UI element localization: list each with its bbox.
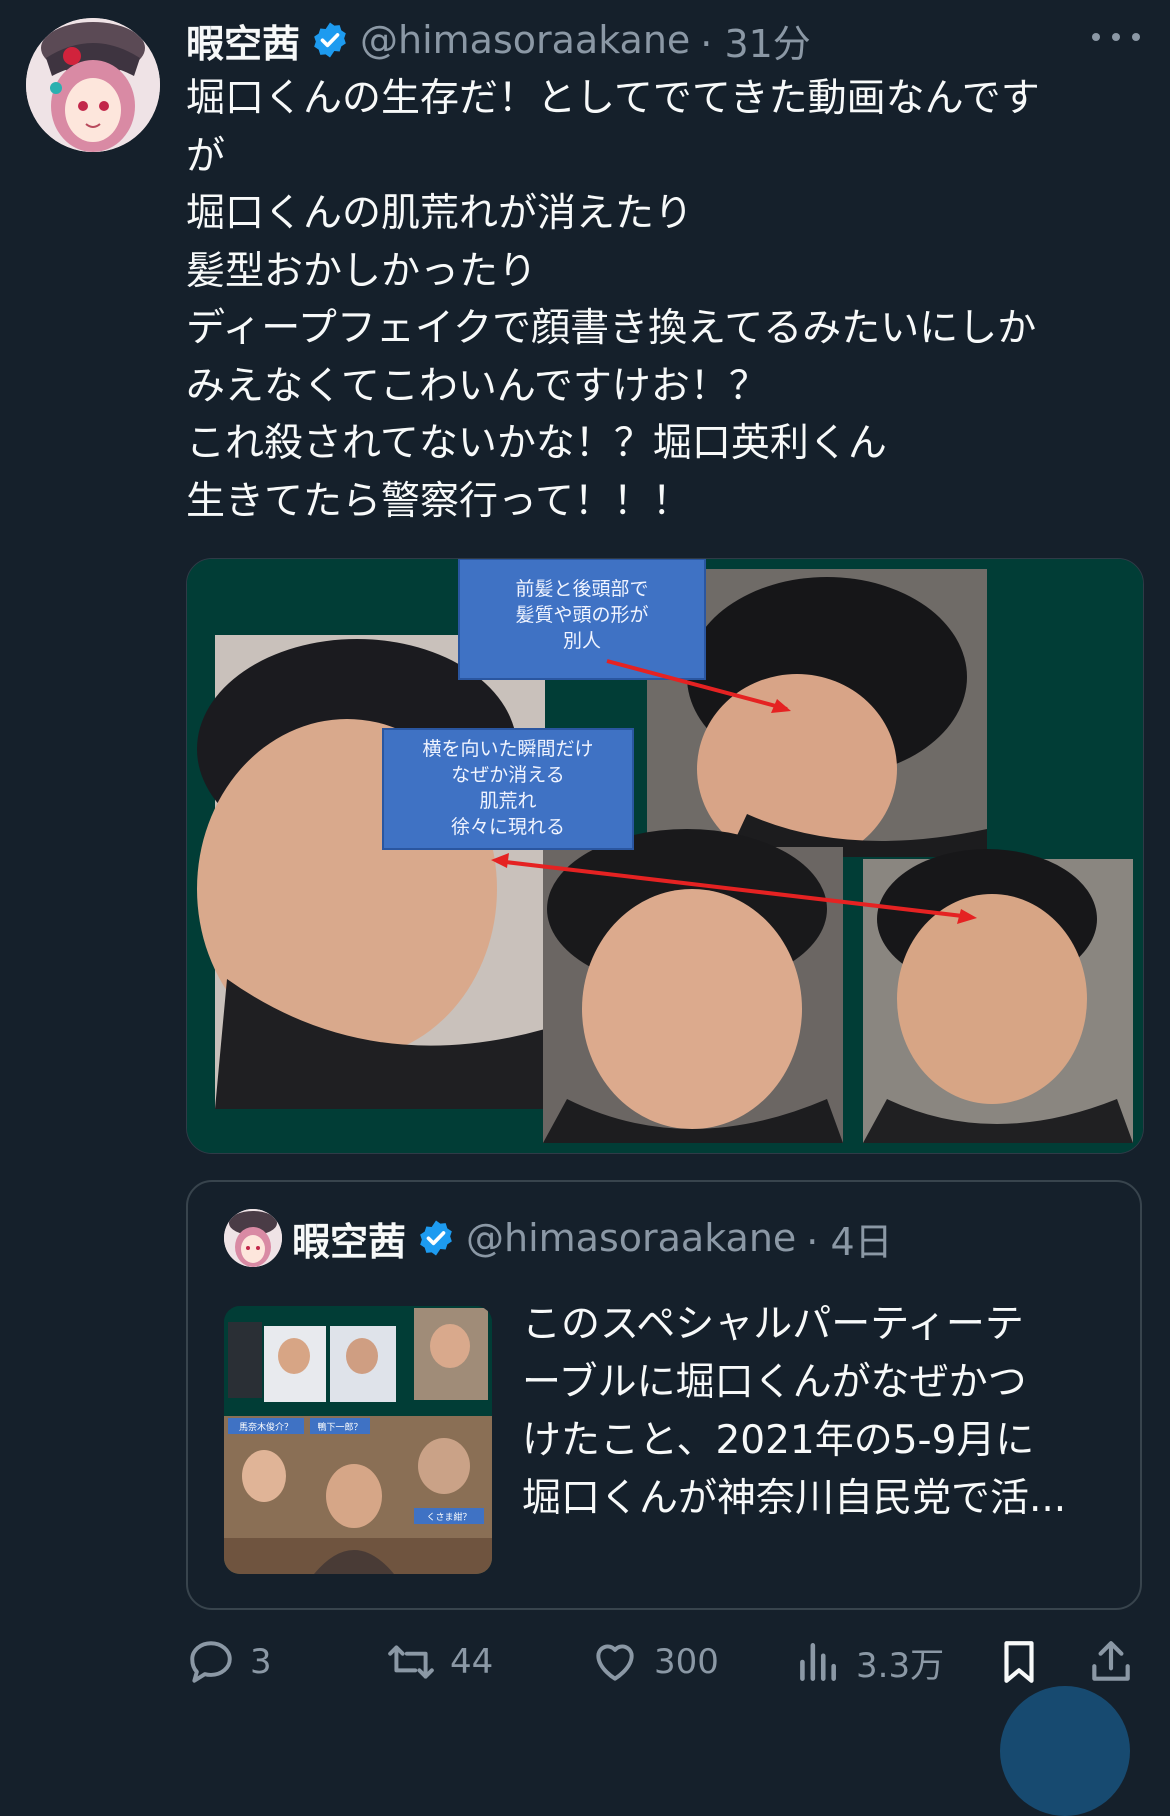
label-mid-line-1: 横を向いた瞬間だけ bbox=[422, 738, 593, 760]
label-mid-line-4: 徐々に現れる bbox=[451, 816, 565, 838]
quote-tweet[interactable]: 暇空茜 @himasoraakane · 4日 馬奈木俊介？ 鴨下一郎？ くさま… bbox=[186, 1180, 1142, 1610]
thumb-label-2: 鴨下一郎？ bbox=[317, 1421, 362, 1433]
bookmark-button[interactable] bbox=[994, 1630, 1044, 1694]
more-icon[interactable] bbox=[1092, 22, 1140, 52]
verified-icon bbox=[314, 22, 346, 58]
retweet-icon bbox=[388, 1645, 434, 1679]
verified-icon bbox=[420, 1220, 452, 1256]
share-icon bbox=[1092, 1641, 1130, 1681]
like-button[interactable]: 300 bbox=[590, 1630, 719, 1694]
quote-thumbnail[interactable]: 馬奈木俊介？ 鴨下一郎？ くさま紺？ bbox=[224, 1306, 492, 1574]
author-handle[interactable]: @himasoraakane bbox=[360, 18, 690, 62]
views-button[interactable]: 3.3万 bbox=[792, 1630, 944, 1694]
quote-header: 暇空茜 @himasoraakane · 4日 bbox=[224, 1208, 893, 1268]
reply-icon bbox=[190, 1641, 232, 1683]
share-button[interactable] bbox=[1086, 1630, 1136, 1694]
tweet-media-image[interactable]: 前髪と後頭部で 髪質や頭の形が 別人 横を向いた瞬間だけ なぜか消える 肌荒れ … bbox=[186, 558, 1144, 1154]
views-icon bbox=[800, 1643, 836, 1681]
views-count: 3.3万 bbox=[856, 1645, 945, 1686]
reply-count: 3 bbox=[250, 1642, 272, 1682]
thumb-label-3: くさま紺？ bbox=[426, 1511, 471, 1523]
retweet-button[interactable]: 44 bbox=[386, 1630, 493, 1694]
like-count: 300 bbox=[654, 1642, 719, 1682]
author-name[interactable]: 暇空茜 bbox=[186, 13, 300, 68]
quote-time[interactable]: · 4日 bbox=[806, 1211, 892, 1266]
label-mid-line-3: 肌荒れ bbox=[479, 790, 536, 812]
label-top-line-1: 前髪と後頭部で bbox=[515, 578, 648, 600]
tweet-time[interactable]: · 31分 bbox=[700, 13, 811, 68]
like-icon bbox=[596, 1644, 634, 1681]
photo-left bbox=[197, 635, 545, 1109]
tweet-header: 暇空茜 @himasoraakane · 31分 bbox=[186, 12, 1130, 68]
bookmark-icon bbox=[1004, 1641, 1034, 1683]
quote-text: このスペシャルパーティーテ ーブルに堀口くんがなぜかつ けたこと、2021年の5… bbox=[522, 1302, 1067, 1521]
author-avatar[interactable] bbox=[26, 18, 160, 152]
thumb-label-1: 馬奈木俊介？ bbox=[239, 1421, 293, 1433]
compose-fab[interactable] bbox=[1000, 1686, 1130, 1816]
retweet-count: 44 bbox=[450, 1642, 494, 1682]
tweet-text: 堀口くんの生存だ！としてでてきた動画なんです が 堀口くんの肌荒れが消えたり 髪… bbox=[186, 76, 1040, 524]
label-mid-line-2: なぜか消える bbox=[451, 764, 564, 786]
quote-handle[interactable]: @himasoraakane bbox=[466, 1216, 796, 1260]
label-top-line-3: 別人 bbox=[563, 630, 601, 652]
photo-bottom-middle bbox=[543, 829, 843, 1143]
reply-button[interactable]: 3 bbox=[186, 1630, 272, 1694]
quote-author-name[interactable]: 暇空茜 bbox=[292, 1211, 406, 1266]
action-bar: 3 44 300 3.3万 bbox=[186, 1630, 1136, 1700]
label-top-line-2: 髪質や頭の形が bbox=[515, 604, 648, 626]
photo-bottom-right bbox=[863, 849, 1133, 1143]
quote-avatar[interactable] bbox=[224, 1209, 282, 1267]
